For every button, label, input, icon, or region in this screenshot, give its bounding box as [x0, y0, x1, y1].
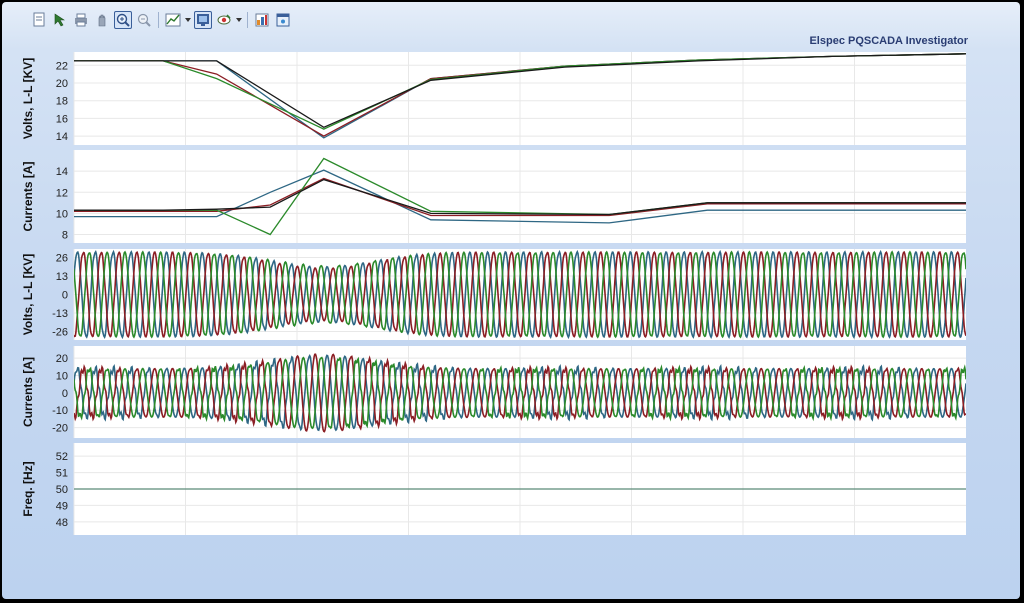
- y-tick-label: 10: [56, 371, 68, 383]
- y-axis-label: Volts, L-L [KV]: [21, 58, 35, 140]
- y-tick-label: 13: [56, 271, 68, 283]
- y-tick-label: 0: [62, 388, 68, 400]
- chart-panel-3[interactable]: 26 13 0 -13 -26 Volts, L-L [KV]: [21, 249, 966, 340]
- y-tick-label: 16: [56, 113, 68, 125]
- y-axis-label: Currents [A]: [21, 357, 35, 427]
- chart-panel-5[interactable]: 52 51 50 49 48 Freq. [Hz]: [21, 443, 966, 535]
- y-tick-label: 50: [56, 484, 68, 496]
- y-tick-label: 12: [56, 187, 68, 199]
- y-tick-label: 22: [56, 60, 68, 72]
- chart-area[interactable]: 22 20 18 16 14 Volts, L-L [KV] 14 12 10 8 Currents…: [2, 2, 1020, 599]
- y-tick-label: -26: [52, 326, 68, 338]
- y-tick-label: 20: [56, 78, 68, 90]
- chart-panel-1[interactable]: 22 20 18 16 14 Volts, L-L [KV]: [21, 52, 966, 145]
- y-tick-label: 14: [56, 166, 68, 178]
- y-tick-label: -13: [52, 308, 68, 320]
- y-tick-label: 20: [56, 353, 68, 365]
- y-axis-label: Volts, L-L [KV]: [21, 254, 35, 336]
- app-window: Elspec PQSCADA Investigator 22 20 18 16 14 Vo…: [2, 2, 1020, 599]
- chart-panel-2[interactable]: 14 12 10 8 Currents [A]: [21, 150, 966, 243]
- y-tick-label: 49: [56, 500, 68, 512]
- y-tick-label: 26: [56, 253, 68, 265]
- y-tick-label: 10: [56, 208, 68, 220]
- y-tick-label: 0: [62, 290, 68, 302]
- chart-panel-4[interactable]: 20 10 0 -10 -20 Currents [A]: [21, 346, 966, 438]
- y-tick-label: 14: [56, 131, 68, 143]
- y-tick-label: 52: [56, 451, 68, 463]
- y-tick-label: 8: [62, 230, 68, 242]
- y-axis-label: Freq. [Hz]: [21, 461, 35, 516]
- y-tick-label: 48: [56, 517, 68, 529]
- y-tick-label: 18: [56, 96, 68, 108]
- y-tick-label: -20: [52, 423, 68, 435]
- y-tick-label: 51: [56, 468, 68, 480]
- y-tick-label: -10: [52, 405, 68, 417]
- y-axis-label: Currents [A]: [21, 161, 35, 231]
